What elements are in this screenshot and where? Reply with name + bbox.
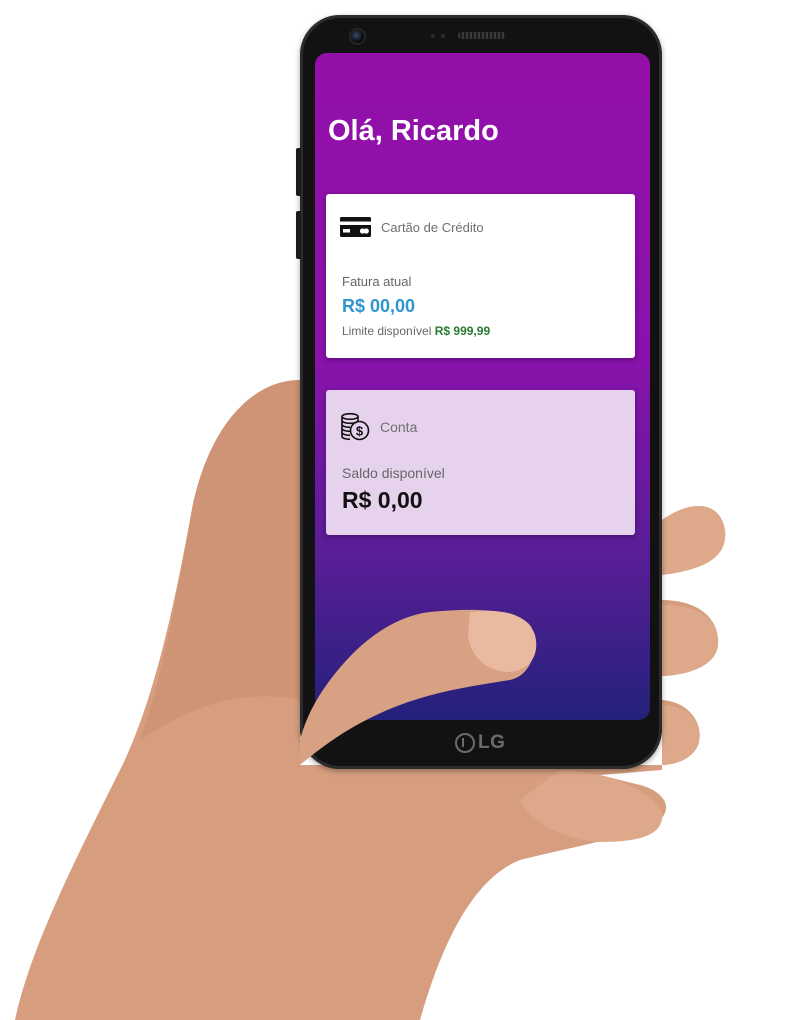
thumb-illustration — [300, 609, 537, 765]
stage: Olá, Ricardo Cartão de Crédito Fatura at… — [0, 0, 800, 1020]
